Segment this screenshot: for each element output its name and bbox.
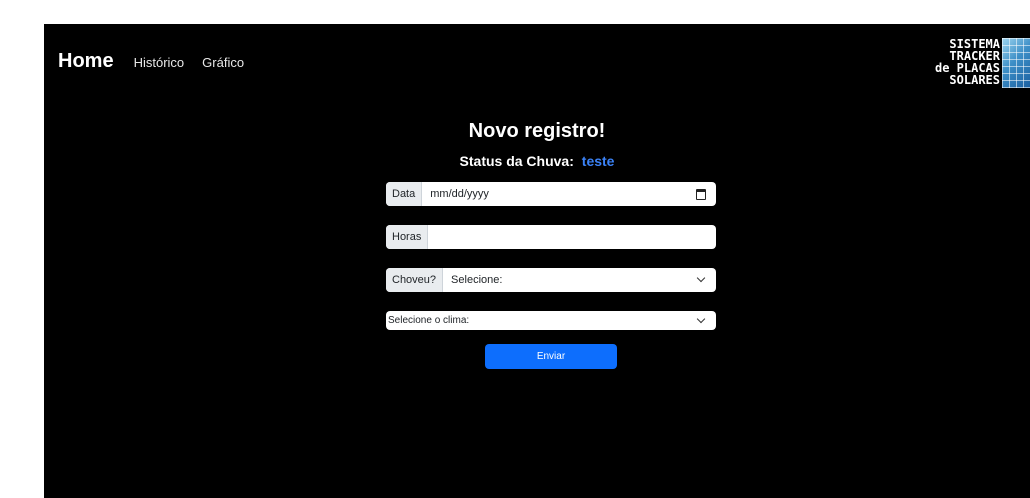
hours-input-group: Horas xyxy=(386,225,716,249)
nav-home-link[interactable]: Home xyxy=(58,50,114,73)
submit-button[interactable]: Enviar xyxy=(485,344,617,369)
rained-select[interactable]: Selecione: xyxy=(443,268,716,292)
nav-grafico-link[interactable]: Gráfico xyxy=(202,55,244,70)
navbar: Home Histórico Gráfico xyxy=(58,50,262,73)
logo-text: SISTEMA TRACKER de PLACAS SOLARES xyxy=(935,38,1000,86)
weather-select-group: Selecione o clima: xyxy=(386,311,716,330)
status-value: teste xyxy=(581,153,615,169)
date-input[interactable]: mm/dd/yyyy xyxy=(422,182,716,206)
logo: SISTEMA TRACKER de PLACAS SOLARES xyxy=(912,36,1030,92)
rained-selected-value: Selecione: xyxy=(451,274,503,286)
chevron-down-icon xyxy=(696,273,706,283)
solar-panel-icon xyxy=(1002,38,1030,88)
date-input-group: Data mm/dd/yyyy xyxy=(386,182,716,206)
app-window: Home Histórico Gráfico SISTEMA TRACKER d… xyxy=(44,24,1030,498)
status-label: Status da Chuva: xyxy=(459,153,574,169)
rained-label: Choveu? xyxy=(386,268,444,292)
page-title: Novo registro! xyxy=(468,120,606,142)
nav-historico-link[interactable]: Histórico xyxy=(134,55,185,70)
rain-status: Status da Chuva: teste xyxy=(44,153,1030,169)
logo-line-4: SOLARES xyxy=(949,73,1000,87)
weather-selected-value: Selecione o clima: xyxy=(388,315,470,326)
date-label: Data xyxy=(386,182,423,206)
weather-select[interactable]: Selecione o clima: xyxy=(386,311,716,330)
chevron-down-icon xyxy=(696,314,706,324)
calendar-icon[interactable] xyxy=(696,189,706,200)
hours-label: Horas xyxy=(386,225,429,249)
rained-select-group: Choveu? Selecione: xyxy=(386,268,716,292)
date-placeholder: mm/dd/yyyy xyxy=(430,188,489,200)
hours-input[interactable] xyxy=(428,225,716,249)
top-cropped-strip xyxy=(0,0,1030,24)
